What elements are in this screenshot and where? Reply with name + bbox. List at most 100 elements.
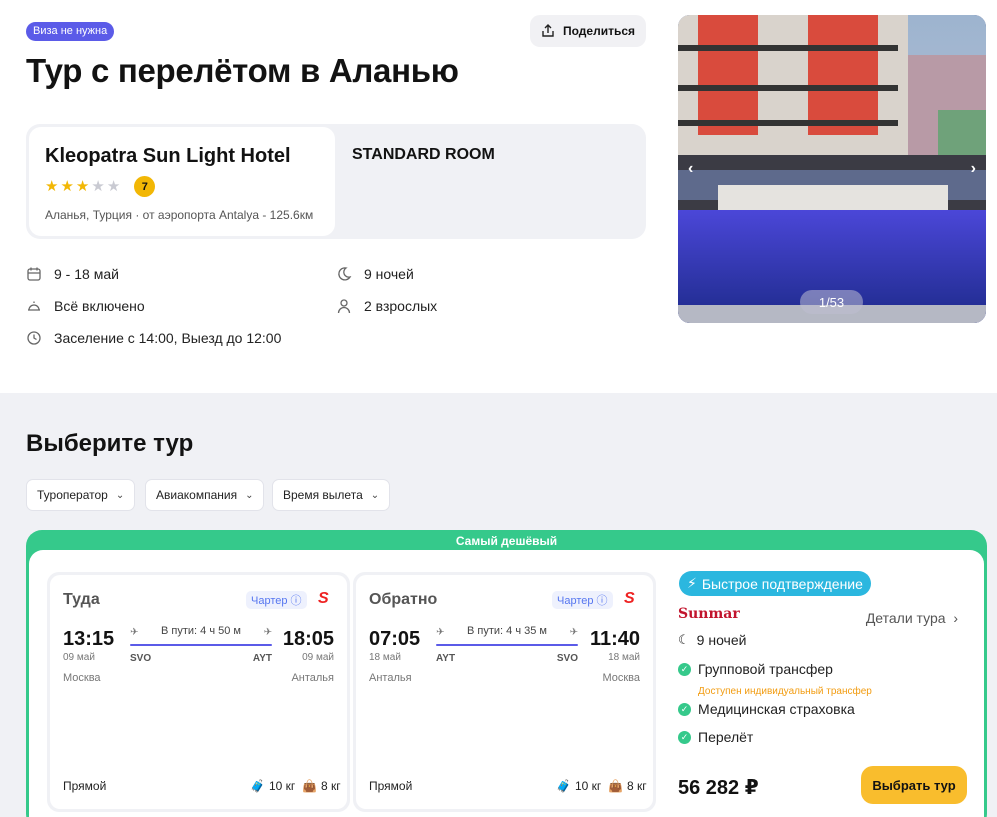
hotel-panel: Kleopatra Sun Light Hotel ★ ★ ★ ★ ★ 7 Ал… [26, 124, 646, 239]
chevron-down-icon: ⌄ [245, 489, 254, 501]
operator-logo: Sunmar [678, 606, 740, 622]
dates-text: 9 - 18 май [54, 266, 119, 282]
hotel-name[interactable]: Kleopatra Sun Light Hotel [45, 145, 319, 168]
hand-luggage: 🧳 10 кг [556, 779, 602, 793]
meal-info: Всё включено [26, 298, 145, 314]
charter-badge: Чартер ⓘ [552, 591, 613, 609]
choose-tour-button[interactable]: Выбрать тур [861, 766, 967, 804]
route-line [436, 644, 578, 646]
tour-card-body: Туда Чартер ⓘ S 13:15 09 май Москва ✈ В … [29, 550, 984, 817]
airline-logo-icon: S [624, 590, 635, 607]
charter-badge: Чартер ⓘ [246, 591, 307, 609]
lightning-icon: ⚡ [687, 575, 697, 591]
star-icon: ★ [106, 177, 121, 195]
filter-operator[interactable]: Туроператор ⌄ [26, 479, 136, 511]
departure-time: 07:05 [369, 628, 421, 650]
checkin-text: Заселение с 14:00, Выезд до 12:00 [54, 330, 282, 346]
fast-confirmation-badge: ⚡ Быстрое подтверждение [679, 571, 871, 596]
offer-summary: ⚡ Быстрое подтверждение Sunmar Детали ту… [678, 550, 978, 817]
cloche-icon [28, 301, 40, 311]
transfer-note: Доступен индивидуальный трансфер [698, 686, 872, 697]
filter-departure-time[interactable]: Время вылета ⌄ [272, 479, 391, 511]
departure-code: AYT [436, 653, 456, 664]
guests-info: 2 взрослых [336, 298, 437, 314]
share-button[interactable]: Поделиться [530, 15, 646, 47]
page-title: Тур с перелётом в Аланью [26, 52, 459, 89]
flight-feature: ✓ Перелёт [678, 729, 753, 745]
flight-direction: Обратно [369, 591, 438, 608]
landing-icon: ✈ [569, 627, 578, 638]
hotel-photo [678, 15, 986, 323]
nights-text: 9 ночей [364, 266, 414, 282]
tour-price: 56 282 ₽ [678, 777, 759, 799]
landing-icon: ✈ [263, 627, 272, 638]
chevron-down-icon: ⌄ [115, 489, 125, 501]
flight-route: ✈ В пути: 4 ч 50 м ✈ SVO AYT [130, 625, 272, 665]
flight-type: Прямой [369, 779, 413, 793]
arrival-time: 18:05 [282, 628, 334, 650]
flight-duration: В пути: 4 ч 50 м [161, 625, 241, 637]
chevron-right-icon: › [949, 610, 958, 626]
filter-label: Время вылета [283, 488, 363, 502]
person-icon [337, 299, 351, 314]
prev-photo-icon[interactable]: ‹ [688, 160, 693, 178]
departure-city: Анталья [369, 672, 412, 684]
bag-icon: 👜 [302, 779, 317, 793]
route-line [130, 644, 272, 646]
moon-icon: ☾ [678, 632, 690, 647]
arrival-date: 18 май [608, 652, 640, 663]
filter-label: Туроператор [37, 488, 108, 502]
next-photo-icon[interactable]: › [971, 160, 976, 178]
check-icon: ✓ [678, 662, 691, 676]
cheapest-label: Самый дешёвый [455, 534, 558, 548]
tour-selection: Выберите тур Туроператор ⌄ Авиакомпания … [0, 393, 997, 817]
hotel-photo-gallery[interactable]: ‹ › 1/53 [678, 15, 986, 323]
arrival-date: 09 май [302, 652, 334, 663]
suitcase-icon: 🧳 [250, 779, 265, 793]
transfer-feature: ✓ Групповой трансфер [678, 661, 833, 677]
checkin-info: Заселение с 14:00, Выезд до 12:00 [26, 330, 281, 346]
clock-icon [27, 331, 41, 345]
moon-icon [338, 267, 352, 281]
visa-badge: Виза не нужна [26, 22, 115, 41]
departure-city: Москва [63, 672, 101, 684]
rating-badge: 7 [134, 176, 156, 197]
airline-logo-icon: S [318, 590, 329, 607]
bag-icon: 👜 [608, 779, 623, 793]
check-icon: ✓ [678, 730, 691, 744]
outbound-flight[interactable]: Туда Чартер ⓘ S 13:15 09 май Москва ✈ В … [47, 572, 350, 812]
return-flight[interactable]: Обратно Чартер ⓘ S 07:05 18 май Анталья … [353, 572, 656, 812]
filter-airline[interactable]: Авиакомпания ⌄ [145, 479, 265, 511]
arrival-code: AYT [252, 653, 272, 664]
insurance-feature: ✓ Медицинская страховка [678, 701, 855, 717]
room-type: STANDARD ROOM [352, 146, 495, 163]
star-icon: ★ [91, 177, 105, 195]
dates-info: 9 - 18 май [26, 266, 119, 282]
share-label: Поделиться [562, 24, 636, 38]
flight-type: Прямой [63, 779, 107, 793]
nights-feature: ☾ 9 ночей [678, 632, 747, 648]
check-icon: ✓ [678, 702, 691, 716]
arrival-city: Анталья [291, 672, 334, 684]
section-title: Выберите тур [26, 430, 194, 457]
hotel-stars: ★ ★ ★ ★ ★ 7 [45, 176, 319, 197]
flight-route: ✈ В пути: 4 ч 35 м ✈ AYT SVO [436, 625, 578, 665]
filter-label: Авиакомпания [156, 488, 238, 502]
guests-text: 2 взрослых [364, 298, 438, 314]
departure-date: 18 май [369, 652, 401, 663]
calendar-icon [27, 267, 41, 281]
departure-time: 13:15 [63, 628, 115, 650]
flight-direction: Туда [63, 591, 100, 608]
flight-duration: В пути: 4 ч 35 м [467, 625, 547, 637]
departure-code: SVO [130, 653, 152, 664]
luggage: 👜 8 кг [608, 779, 647, 793]
tour-details-link[interactable]: Детали тура › [866, 610, 958, 626]
arrival-city: Москва [602, 672, 640, 684]
luggage: 👜 8 кг [302, 779, 341, 793]
share-icon [542, 24, 554, 37]
hotel-card[interactable]: Kleopatra Sun Light Hotel ★ ★ ★ ★ ★ 7 Ал… [29, 127, 335, 236]
photo-counter: 1/53 [800, 290, 863, 314]
meal-text: Всё включено [54, 298, 145, 314]
star-icon: ★ [45, 177, 59, 195]
star-icon: ★ [60, 177, 74, 195]
